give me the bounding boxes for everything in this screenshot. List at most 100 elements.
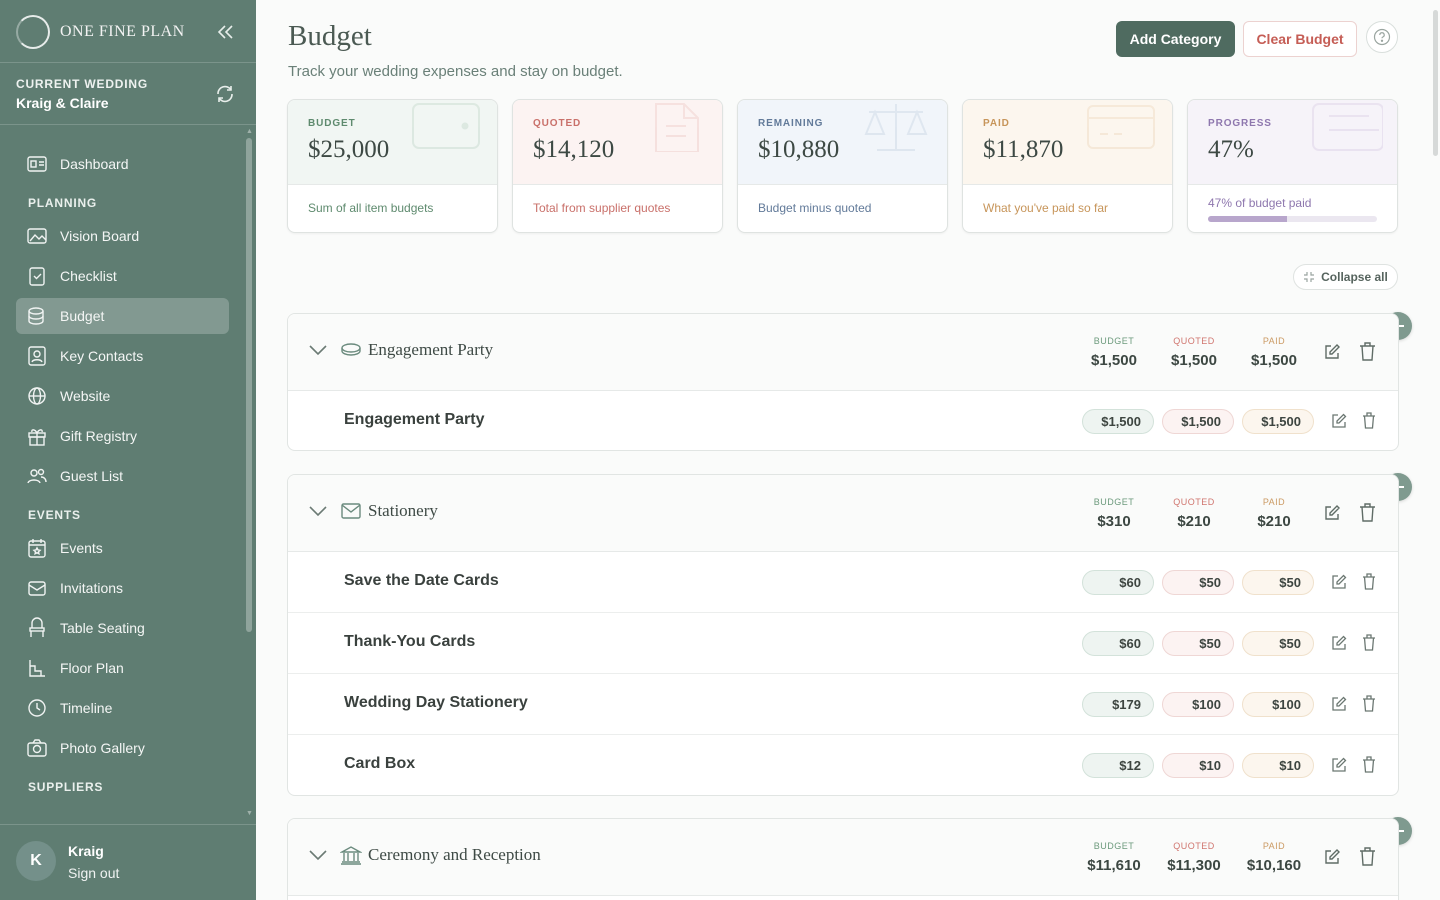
sidebar-item-gift-registry[interactable]: Gift Registry [16, 418, 229, 454]
trash-icon[interactable] [1362, 412, 1376, 429]
image-icon [27, 228, 47, 244]
edit-icon[interactable] [1331, 757, 1347, 773]
clear-budget-button[interactable]: Clear Budget [1243, 21, 1357, 57]
budget-item-row[interactable]: Thank-You Cards $60 $50 $50 [288, 613, 1398, 674]
category-name: Ceremony and Reception [368, 845, 541, 864]
item-name: Thank-You Cards [344, 633, 476, 650]
sidebar-item-label: Floor Plan [60, 660, 124, 676]
sidebar-item-website[interactable]: Website [16, 378, 229, 414]
edit-icon[interactable] [1323, 343, 1341, 361]
sidebar-item-key-contacts[interactable]: Key Contacts [16, 338, 229, 374]
sidebar-item-label: Checklist [60, 268, 117, 284]
sidebar-item-vision-board[interactable]: Vision Board [16, 218, 229, 254]
edit-icon[interactable] [1331, 413, 1347, 429]
item-quoted[interactable]: $100 [1162, 692, 1234, 717]
switch-wedding-icon[interactable] [214, 83, 236, 105]
trash-icon[interactable] [1362, 573, 1376, 590]
budget-item-row[interactable]: Wedding Day Stationery $179 $100 $100 [288, 674, 1398, 735]
chevron-down-icon[interactable] [308, 504, 328, 518]
item-budget[interactable]: $179 [1082, 692, 1154, 717]
trash-icon[interactable] [1359, 847, 1376, 866]
add-category-button[interactable]: Add Category [1116, 21, 1235, 57]
trash-icon[interactable] [1359, 503, 1376, 522]
planning-section-heading: PLANNING [28, 196, 98, 210]
chevron-down-icon[interactable] [308, 848, 328, 862]
edit-icon[interactable] [1331, 635, 1347, 651]
sidebar-scroll-down[interactable]: ▼ [246, 810, 253, 817]
sidebar-item-budget[interactable]: Budget [16, 298, 229, 334]
item-quoted[interactable]: $50 [1162, 570, 1234, 595]
chevron-down-icon[interactable] [308, 343, 328, 357]
sidebar-item-label: Table Seating [60, 620, 145, 636]
item-paid[interactable]: $1,500 [1242, 409, 1314, 434]
sidebar-item-table-seating[interactable]: Table Seating [16, 610, 229, 646]
sidebar: ONE FINE PLAN CURRENT WEDDING Kraig & Cl… [0, 0, 256, 900]
sidebar-item-photo-gallery[interactable]: Photo Gallery [16, 730, 229, 766]
total-value: $210 [1177, 513, 1211, 530]
edit-icon[interactable] [1323, 504, 1341, 522]
budget-item-row[interactable]: Save the Date Cards $60 $50 $50 [288, 552, 1398, 613]
stat-footnote: Sum of all item budgets [288, 184, 497, 232]
item-paid[interactable]: $50 [1242, 570, 1314, 595]
edit-icon[interactable] [1323, 848, 1341, 866]
sidebar-item-label: Gift Registry [60, 428, 138, 444]
category-name: Stationery [368, 501, 438, 520]
credit-card-icon [1087, 105, 1155, 149]
edit-icon[interactable] [1331, 696, 1347, 712]
trash-icon[interactable] [1362, 634, 1376, 651]
sign-out-link[interactable]: Sign out [68, 865, 119, 881]
sidebar-item-dashboard[interactable]: Dashboard [16, 146, 229, 182]
item-quoted[interactable]: $10 [1162, 753, 1234, 778]
category-total-paid: PAID $10,160 [1239, 841, 1309, 874]
sidebar-scrollbar[interactable] [246, 138, 252, 632]
chair-icon [29, 617, 45, 637]
item-budget[interactable]: $60 [1082, 631, 1154, 656]
item-quoted[interactable]: $1,500 [1162, 409, 1234, 434]
item-paid[interactable]: $100 [1242, 692, 1314, 717]
item-budget[interactable]: $1,500 [1082, 409, 1154, 434]
stat-footnote: Total from supplier quotes [513, 184, 722, 232]
item-quoted[interactable]: $50 [1162, 631, 1234, 656]
collapse-all-button[interactable]: Collapse all [1293, 264, 1398, 290]
sidebar-item-guest-list[interactable]: Guest List [16, 458, 229, 494]
category-header[interactable]: Engagement Party BUDGET $1,500 QUOTED $1… [288, 314, 1398, 391]
sidebar-item-invitations[interactable]: Invitations [16, 570, 229, 606]
category-header[interactable]: Stationery BUDGET $310 QUOTED $210 PAID … [288, 475, 1398, 552]
brand-logo[interactable]: ONE FINE PLAN [16, 15, 185, 49]
category-total-budget: BUDGET $1,500 [1079, 336, 1149, 369]
trash-icon[interactable] [1362, 695, 1376, 712]
budget-item-row[interactable]: Card Box $12 $10 $10 [288, 735, 1398, 795]
budget-item-row[interactable]: Engagement Party $1,500 $1,500 $1,500 [288, 391, 1398, 450]
edit-icon[interactable] [1331, 574, 1347, 590]
sidebar-item-checklist[interactable]: Checklist [16, 258, 229, 294]
progress-bar-fill [1208, 216, 1288, 222]
sidebar-scroll-up[interactable]: ▲ [246, 128, 253, 135]
avatar[interactable]: K [16, 841, 56, 881]
help-button[interactable] [1366, 21, 1398, 53]
category-header[interactable]: Ceremony and Reception BUDGET $11,610 QU… [288, 819, 1398, 896]
total-value: $11,300 [1167, 857, 1221, 874]
current-wedding-label: CURRENT WEDDING [16, 77, 148, 91]
sidebar-divider [0, 62, 256, 63]
item-name: Card Box [344, 755, 416, 772]
stat-card-paid: PAID $11,870 What you've paid so far [962, 99, 1173, 233]
item-budget[interactable]: $12 [1082, 753, 1154, 778]
sidebar-item-floor-plan[interactable]: Floor Plan [16, 650, 229, 686]
sidebar-item-timeline[interactable]: Timeline [16, 690, 229, 726]
stat-card-progress: PROGRESS 47% 47% of budget paid [1187, 99, 1398, 233]
trash-icon[interactable] [1362, 756, 1376, 773]
total-value: $1,500 [1251, 352, 1297, 369]
collapse-sidebar-icon[interactable] [214, 22, 236, 42]
total-label: PAID [1262, 841, 1286, 851]
item-paid[interactable]: $10 [1242, 753, 1314, 778]
trash-icon[interactable] [1359, 342, 1376, 361]
wallet-icon [412, 103, 480, 149]
sidebar-item-events[interactable]: Events [16, 530, 229, 566]
main-scrollbar-thumb[interactable] [1433, 10, 1438, 156]
item-budget[interactable]: $60 [1082, 570, 1154, 595]
total-label: BUDGET [1093, 497, 1135, 507]
list-icon [1312, 103, 1383, 151]
item-paid[interactable]: $50 [1242, 631, 1314, 656]
sidebar-divider [0, 124, 256, 125]
category-total-budget: BUDGET $11,610 [1079, 841, 1149, 874]
